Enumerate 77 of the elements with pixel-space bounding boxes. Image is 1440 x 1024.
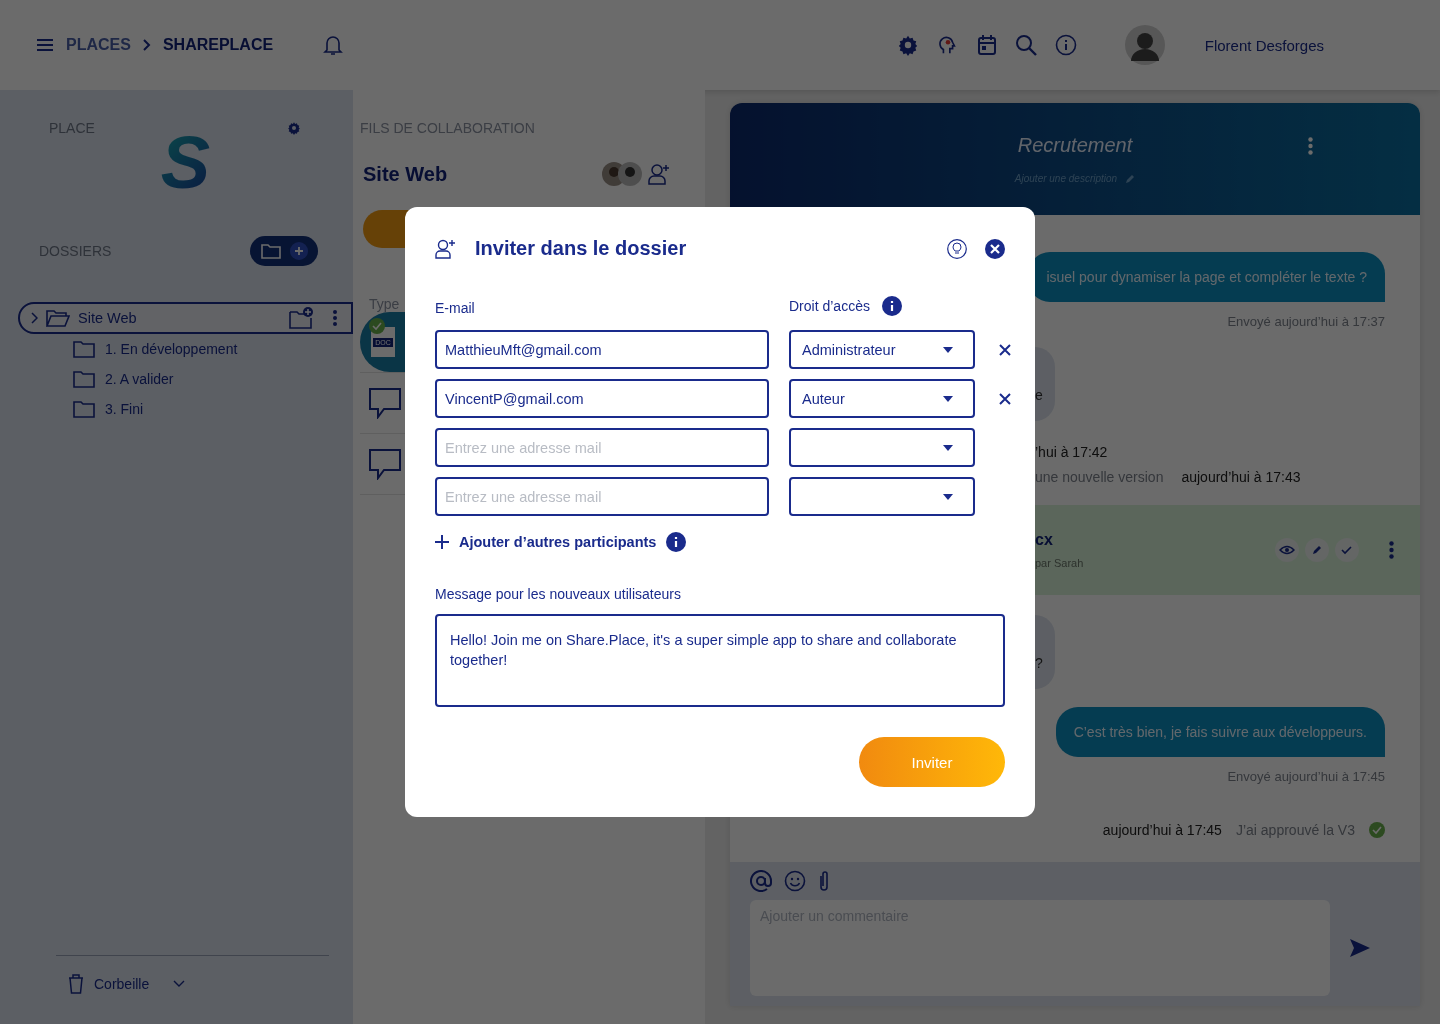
tree-item[interactable]: 1. En développement	[18, 334, 353, 364]
chevron-down-icon[interactable]	[173, 980, 186, 988]
file-name[interactable]: cx	[1035, 531, 1084, 549]
more-icon[interactable]	[1389, 541, 1394, 559]
folder-icon	[73, 400, 95, 418]
add-user-icon[interactable]	[648, 163, 670, 185]
plus-icon	[435, 535, 449, 549]
email-field[interactable]: Entrez une adresse mail	[435, 477, 769, 516]
chevron-icon	[142, 39, 151, 51]
folder-icon	[46, 309, 70, 327]
new-folder-button[interactable]	[250, 236, 318, 266]
folder-icon	[73, 340, 95, 358]
lightbulb-icon[interactable]	[947, 238, 967, 259]
calendar-icon[interactable]	[976, 34, 997, 56]
info-icon[interactable]	[881, 296, 902, 316]
role-dropdown[interactable]	[789, 477, 975, 516]
role-dropdown[interactable]: Administrateur	[789, 330, 975, 369]
pencil-icon[interactable]	[1305, 538, 1329, 562]
event-text: aujourd’hui à 17:43	[1181, 468, 1301, 485]
email-field[interactable]: VincentP@gmail.com	[435, 379, 769, 418]
folder-icon	[73, 370, 95, 388]
trash-icon[interactable]	[68, 974, 84, 994]
head-icon[interactable]	[936, 34, 959, 56]
avatar	[618, 162, 642, 186]
chevron-icon	[31, 312, 38, 324]
message-field[interactable]: Hello! Join me on Share.Place, it's a super simple app to share and collaborate together!	[435, 614, 1005, 707]
breadcrumb-link[interactable]: PLACES	[66, 36, 131, 54]
folder-title: Site Web	[363, 162, 448, 186]
dialog-title: Inviter dans le dossier	[475, 237, 687, 260]
caret-icon	[943, 444, 953, 451]
caret-icon	[943, 346, 953, 353]
invite-button[interactable]: Inviter	[859, 737, 1005, 787]
add-folder-icon[interactable]	[289, 307, 313, 329]
comment-icon[interactable]	[368, 448, 402, 480]
settings-icon[interactable]	[287, 121, 301, 135]
menu-icon[interactable]	[36, 39, 54, 51]
caret-icon	[943, 493, 953, 500]
bell-icon[interactable]	[323, 34, 344, 56]
remove-icon[interactable]	[999, 392, 1011, 405]
search-icon[interactable]	[1014, 34, 1037, 56]
remove-icon[interactable]	[999, 343, 1011, 356]
email-field[interactable]: Entrez une adresse mail	[435, 428, 769, 467]
close-icon[interactable]	[985, 238, 1005, 259]
emoji-icon[interactable]	[784, 870, 806, 892]
tree-item[interactable]: 3. Fini	[18, 394, 353, 424]
chat-title: Recrutement	[1017, 134, 1133, 157]
field-label: Message pour les nouveaux utilisateurs	[435, 586, 682, 602]
email-field[interactable]: MatthieuMft@gmail.com	[435, 330, 769, 369]
comment-icon[interactable]	[368, 387, 402, 419]
info-icon[interactable]	[666, 532, 687, 552]
trash-link[interactable]: Corbeille	[94, 976, 150, 992]
message-bubble: C’est très bien, je fais suivre aux développeurs.	[1055, 707, 1385, 757]
plus-icon	[289, 242, 308, 260]
avatar[interactable]	[1124, 25, 1165, 65]
breadcrumb-link[interactable]: SHAREPLACE	[162, 36, 274, 54]
event-text: ’hui à 17:42	[1035, 443, 1108, 460]
send-icon[interactable]	[1350, 939, 1370, 957]
event-text: aujourd’hui à 17:45	[1102, 822, 1222, 838]
eye-icon[interactable]	[1275, 538, 1299, 562]
field-label: E-mail	[435, 300, 476, 316]
field-label: Droit d’accès	[789, 298, 870, 314]
tree-item[interactable]: Site Web	[18, 302, 353, 334]
add-participants-link[interactable]: Ajouter d’autres participants	[435, 534, 657, 550]
check-icon[interactable]	[1335, 538, 1359, 562]
more-icon[interactable]	[1307, 136, 1313, 155]
folder-icon	[260, 243, 281, 259]
mention-icon[interactable]	[750, 870, 772, 892]
paperclip-icon[interactable]	[818, 870, 830, 892]
add-user-icon	[435, 238, 457, 259]
settings-icon[interactable]	[896, 34, 919, 56]
user-name[interactable]: Florent Desforges	[1204, 36, 1324, 54]
caret-icon	[943, 395, 953, 402]
tree-item[interactable]: 2. A valider	[18, 364, 353, 394]
check-icon	[1369, 822, 1385, 838]
role-dropdown[interactable]	[789, 428, 975, 467]
role-dropdown[interactable]: Auteur	[789, 379, 975, 418]
more-icon[interactable]	[333, 310, 337, 326]
